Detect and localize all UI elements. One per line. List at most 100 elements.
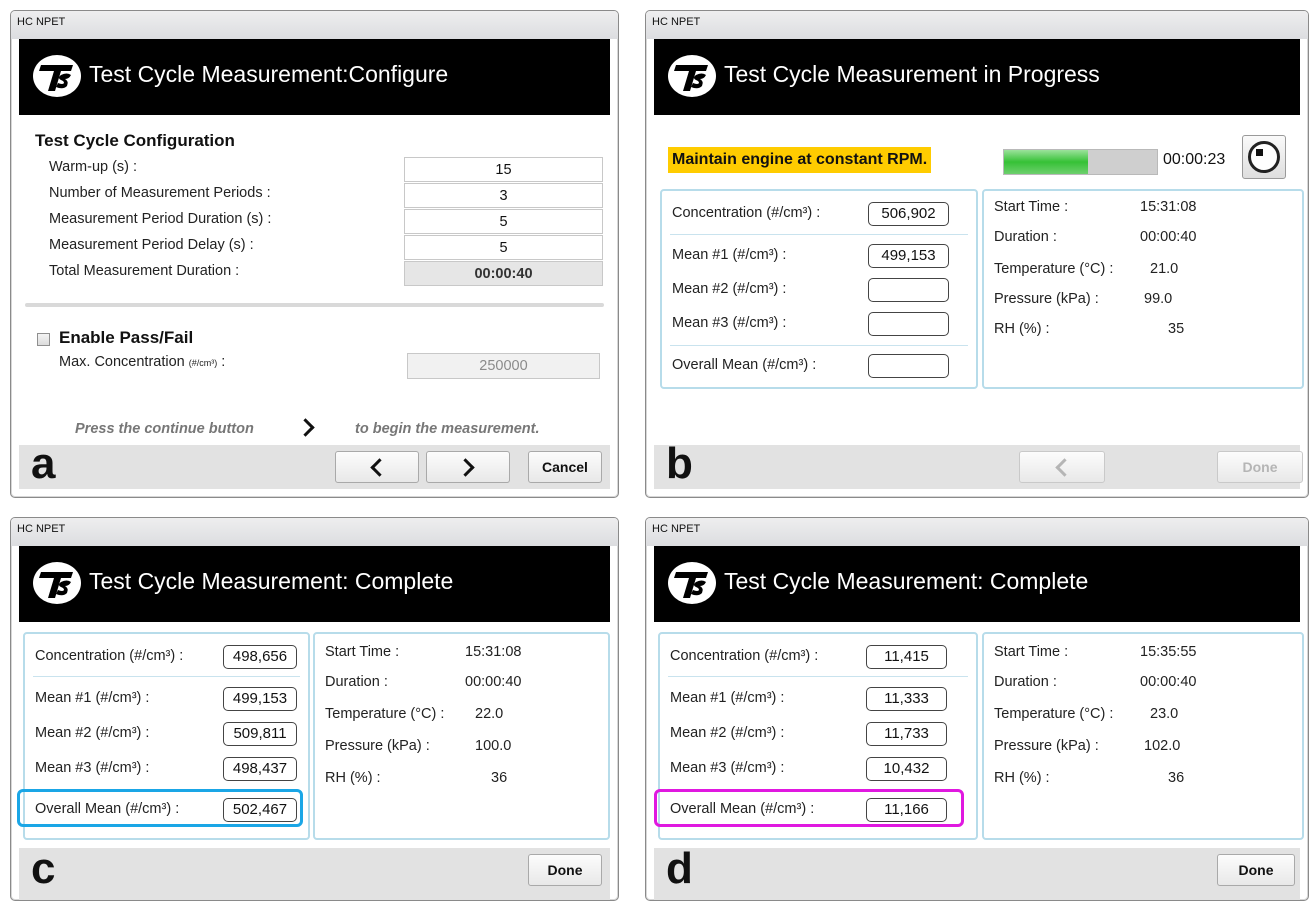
- rh-value: 35: [1168, 321, 1185, 337]
- footer-bar: b Done: [654, 439, 1303, 489]
- done-button[interactable]: Done: [1217, 854, 1295, 886]
- status-banner: Maintain engine at constant RPM.: [668, 147, 932, 173]
- window-complete-c: HC NPET Test Cycle Measurement: Complete…: [10, 517, 619, 901]
- complete-body: Concentration (#/cm³) : 498,656 Mean #1 …: [17, 622, 610, 848]
- rh-label: RH (%) :: [994, 321, 1050, 337]
- window-chrome: HC NPET: [11, 518, 618, 546]
- mean3-label: Mean #3 (#/cm³) :: [670, 760, 785, 776]
- header-bar: Test Cycle Measurement: Complete: [654, 546, 1300, 622]
- window-chrome: HC NPET: [646, 11, 1308, 39]
- mean1-value: 11,333: [866, 687, 947, 711]
- panel-letter: c: [31, 844, 56, 893]
- window-in-progress: HC NPET Test Cycle Measurement in Progre…: [645, 10, 1309, 498]
- page-title: Test Cycle Measurement: Complete: [89, 568, 454, 594]
- overall-mean-label: Overall Mean (#/cm³) :: [672, 357, 817, 373]
- duration-label: Duration :: [994, 229, 1057, 245]
- start-time-value: 15:31:08: [465, 644, 522, 660]
- header-bar: Test Cycle Measurement: Complete: [19, 546, 610, 622]
- panel-letter: b: [666, 439, 693, 488]
- stop-button[interactable]: [1242, 135, 1286, 179]
- temperature-value: 22.0: [475, 706, 504, 722]
- tsi-logo-icon: [31, 53, 83, 99]
- warmup-field[interactable]: 15: [404, 157, 603, 182]
- concentration-value: 11,415: [866, 645, 947, 669]
- overall-mean-highlight: [17, 789, 303, 827]
- progress-body: Maintain engine at constant RPM. 00:00:2…: [654, 115, 1304, 445]
- window-chrome: HC NPET: [11, 11, 618, 39]
- window-title: HC NPET: [17, 523, 66, 535]
- period-duration-label: Measurement Period Duration (s) :: [49, 211, 272, 227]
- mean2-value: [868, 278, 949, 302]
- complete-body: Concentration (#/cm³) : 11,415 Mean #1 (…: [654, 622, 1304, 848]
- period-delay-field[interactable]: 5: [404, 235, 603, 260]
- total-duration-field: 00:00:40: [404, 261, 603, 286]
- duration-value: 00:00:40: [465, 674, 522, 690]
- temperature-label: Temperature (°C) :: [994, 261, 1114, 277]
- period-duration-field[interactable]: 5: [404, 209, 603, 234]
- back-button[interactable]: [1019, 451, 1105, 483]
- tsi-logo-icon: [666, 53, 718, 99]
- window-configure: HC NPET Test Cycle Measurement:Configure…: [10, 10, 619, 498]
- separator: [33, 676, 300, 677]
- page-title: Test Cycle Measurement:Configure: [89, 61, 449, 87]
- window-complete-d: HC NPET Test Cycle Measurement: Complete…: [645, 517, 1309, 901]
- mean3-value: 10,432: [866, 757, 947, 781]
- done-button[interactable]: Done: [528, 854, 602, 886]
- footer-bar: c Done: [19, 844, 610, 900]
- periods-label: Number of Measurement Periods :: [49, 185, 271, 201]
- duration-label: Duration :: [325, 674, 388, 690]
- duration-value: 00:00:40: [1140, 229, 1197, 245]
- concentration-label: Concentration (#/cm³) :: [672, 205, 821, 221]
- footer-bar: d Done: [654, 844, 1300, 900]
- duration-value: 00:00:40: [1140, 674, 1197, 690]
- page-title: Test Cycle Measurement: Complete: [724, 568, 1089, 594]
- instruction-text-start: Press the continue button: [75, 421, 254, 437]
- mean3-label: Mean #3 (#/cm³) :: [672, 315, 787, 331]
- cancel-button[interactable]: Cancel: [528, 451, 602, 483]
- rh-value: 36: [491, 770, 508, 786]
- enable-pass-fail-checkbox[interactable]: [37, 333, 50, 346]
- back-button[interactable]: [335, 451, 419, 483]
- temperature-value: 21.0: [1150, 261, 1179, 277]
- start-time-value: 15:31:08: [1140, 199, 1197, 215]
- info-panel: Start Time : 15:31:08 Duration : 00:00:4…: [982, 189, 1304, 389]
- progress-bar: [1003, 149, 1158, 175]
- pressure-label: Pressure (kPa) :: [994, 291, 1099, 307]
- max-concentration-field[interactable]: 250000: [407, 353, 600, 379]
- pressure-label: Pressure (kPa) :: [994, 738, 1099, 754]
- info-panel: Start Time : 15:31:08 Duration : 00:00:4…: [313, 632, 610, 840]
- pressure-value: 100.0: [475, 738, 512, 754]
- mean2-label: Mean #2 (#/cm³) :: [670, 725, 785, 741]
- enable-pass-fail-label: Enable Pass/Fail: [59, 328, 194, 347]
- period-delay-label: Measurement Period Delay (s) :: [49, 237, 254, 253]
- overall-mean-highlight: [654, 789, 964, 827]
- mean2-label: Mean #2 (#/cm³) :: [672, 281, 787, 297]
- start-time-label: Start Time :: [325, 644, 400, 660]
- header-bar: Test Cycle Measurement in Progress: [654, 39, 1300, 115]
- pressure-value: 102.0: [1144, 738, 1181, 754]
- instruction-text-end: to begin the measurement.: [355, 421, 540, 437]
- tsi-logo-icon: [666, 560, 718, 606]
- mean3-label: Mean #3 (#/cm³) :: [35, 760, 150, 776]
- mean1-label: Mean #1 (#/cm³) :: [35, 690, 150, 706]
- section-heading: Test Cycle Configuration: [35, 131, 235, 150]
- mean2-label: Mean #2 (#/cm³) :: [35, 725, 150, 741]
- continue-button[interactable]: [426, 451, 510, 483]
- mean1-label: Mean #1 (#/cm³) :: [672, 247, 787, 263]
- window-title: HC NPET: [17, 16, 66, 28]
- duration-label: Duration :: [994, 674, 1057, 690]
- mean1-label: Mean #1 (#/cm³) :: [670, 690, 785, 706]
- concentration-label: Concentration (#/cm³) :: [35, 648, 184, 664]
- mean2-value: 509,811: [223, 722, 297, 746]
- stop-square: [1256, 149, 1263, 156]
- rh-label: RH (%) :: [994, 770, 1050, 786]
- rh-value: 36: [1168, 770, 1185, 786]
- total-duration-label: Total Measurement Duration :: [49, 263, 240, 279]
- concentration-value: 506,902: [868, 202, 949, 226]
- measurements-panel: Concentration (#/cm³) : 506,902 Mean #1 …: [660, 189, 978, 389]
- periods-field[interactable]: 3: [404, 183, 603, 208]
- warmup-label: Warm-up (s) :: [49, 159, 138, 175]
- window-title: HC NPET: [652, 523, 701, 535]
- done-button[interactable]: Done: [1217, 451, 1303, 483]
- chevron-right-icon: [456, 457, 475, 477]
